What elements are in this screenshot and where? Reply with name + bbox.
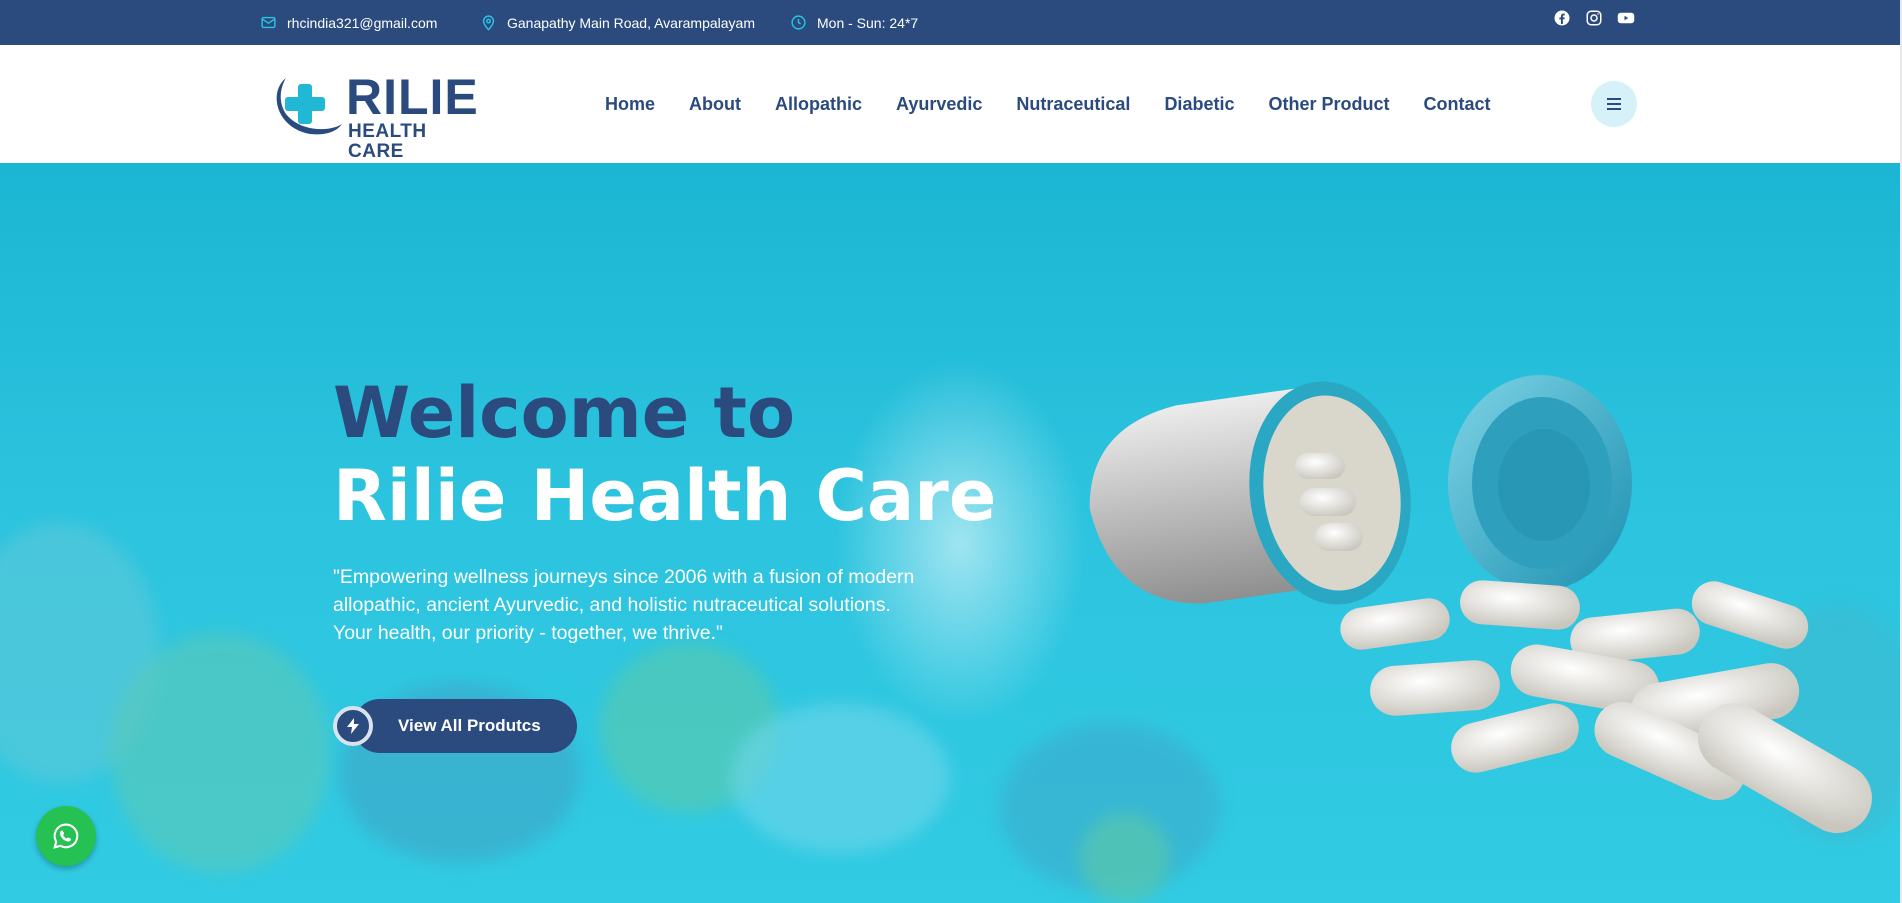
lightning-bolt-icon	[333, 706, 373, 746]
nav-home[interactable]: Home	[605, 94, 655, 115]
hero-title-line1: Welcome to	[333, 372, 796, 454]
nav-allopathic[interactable]: Allopathic	[775, 94, 862, 115]
nav-other-product[interactable]: Other Product	[1268, 94, 1389, 115]
nav-about[interactable]: About	[689, 94, 741, 115]
email-text: rhcindia321@gmail.com	[287, 14, 438, 31]
view-all-products-button[interactable]: View All Produtcs	[333, 698, 577, 754]
logo-tagline: HEALTH CARE	[348, 121, 427, 162]
address-text: Ganapathy Main Road, Avarampalayam	[507, 14, 755, 31]
background-pill-shape	[110, 633, 330, 873]
nav-diabetic[interactable]: Diabetic	[1164, 94, 1234, 115]
location-pin-icon	[482, 15, 495, 31]
menu-toggle-button[interactable]	[1591, 81, 1637, 127]
main-navigation: Home About Allopathic Ayurvedic Nutraceu…	[605, 45, 1490, 163]
email-info[interactable]: rhcindia321@gmail.com	[260, 0, 437, 45]
whatsapp-chat-button[interactable]	[36, 806, 96, 866]
hours-text: Mon - Sun: 24*7	[817, 14, 919, 31]
hamburger-icon	[1607, 98, 1621, 110]
hero-title-line2: Rilie Health Care	[333, 455, 997, 537]
clock-icon	[791, 15, 806, 30]
site-logo[interactable]: RILIE HEALTH CARE	[272, 70, 478, 162]
hero-banner: Welcome to Rilie Health Care "Empowering…	[0, 163, 1900, 903]
view-all-products-label: View All Produtcs	[353, 699, 577, 753]
background-pill-shape	[730, 703, 950, 853]
mail-icon	[261, 16, 276, 29]
medical-cross-logo-icon	[276, 78, 342, 135]
pill-bottle-illustration	[1089, 375, 1872, 833]
site-header: RILIE HEALTH CARE Home About Allopathic …	[0, 45, 1902, 163]
top-info-bar: rhcindia321@gmail.com Ganapathy Main Roa…	[0, 0, 1902, 45]
logo-wordmark: RILIE	[346, 69, 479, 125]
social-links	[1553, 9, 1635, 27]
nav-contact[interactable]: Contact	[1423, 94, 1490, 115]
address-info: Ganapathy Main Road, Avarampalayam	[480, 0, 755, 45]
facebook-icon[interactable]	[1553, 9, 1571, 27]
hero-description: "Empowering wellness journeys since 2006…	[333, 566, 915, 644]
hours-info: Mon - Sun: 24*7	[790, 0, 918, 45]
nav-nutraceutical[interactable]: Nutraceutical	[1016, 94, 1130, 115]
youtube-icon[interactable]	[1617, 9, 1635, 27]
nav-ayurvedic[interactable]: Ayurvedic	[896, 94, 982, 115]
whatsapp-icon	[53, 823, 79, 849]
instagram-icon[interactable]	[1585, 9, 1603, 27]
